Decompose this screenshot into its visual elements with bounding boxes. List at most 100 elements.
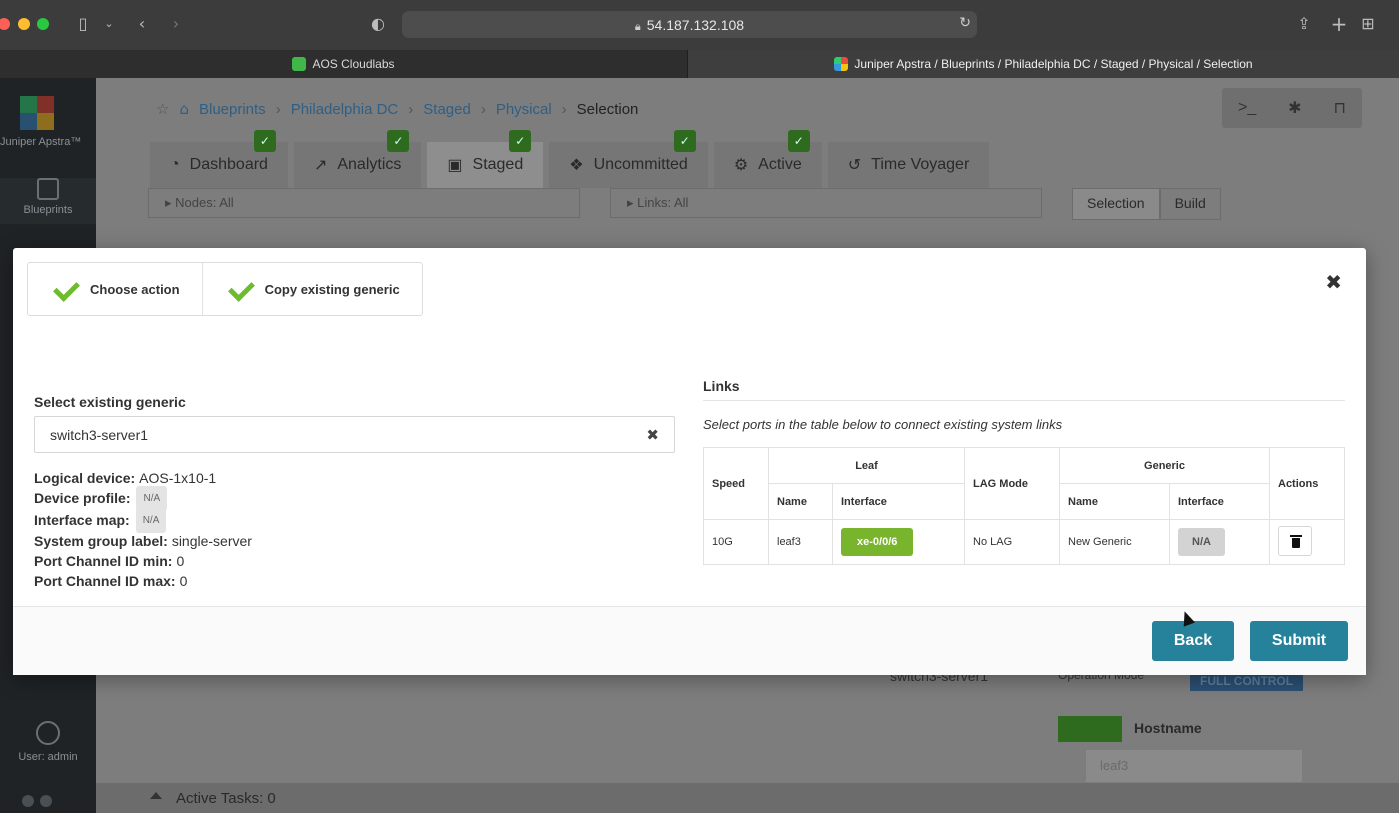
window-minimize-button[interactable] — [18, 18, 30, 30]
device-profile-key: Device profile: — [34, 489, 131, 506]
table-row: 10G leaf3 xe-0/0/6 No LAG New Generic N/… — [703, 519, 1345, 565]
check-icon: ✓ — [387, 130, 410, 152]
col-generic-interface: Interface — [1169, 483, 1270, 520]
check-icon: ✓ — [673, 130, 696, 152]
trash-icon[interactable] — [1278, 525, 1312, 556]
browser-tab-apstra[interactable]: Juniper Apstra / Blueprints / Philadelph… — [688, 50, 1399, 78]
star-icon[interactable]: ☆ — [156, 100, 169, 118]
step-choose-action[interactable]: Choose action — [28, 263, 202, 315]
modal-footer: Back Submit — [13, 606, 1366, 675]
cell-lag-mode: No LAG — [964, 519, 1060, 565]
generic-selection: Select existing generic switch3-server1 … — [34, 394, 675, 591]
header-tools: >_ ✱ ⊓ — [1222, 88, 1362, 128]
port-channel-min-value: 0 — [176, 552, 185, 569]
caret-up-icon — [150, 792, 162, 799]
nav-user[interactable]: User: admin — [0, 721, 96, 763]
sidebar-toggle-icon[interactable]: ▯ — [72, 13, 94, 35]
forward-arrow-icon[interactable]: › — [165, 13, 187, 35]
active-tasks-label: Active Tasks: 0 — [176, 790, 276, 807]
col-speed: Speed — [703, 447, 769, 520]
browser-tabstrip: AOS Cloudlabs Juniper Apstra / Blueprint… — [0, 50, 1399, 78]
links-filter[interactable]: ▸ Links: All — [610, 188, 1042, 218]
tab-overview-icon[interactable]: ⊞ — [1357, 13, 1379, 35]
unlock-icon[interactable]: ⊓ — [1334, 98, 1346, 118]
system-group-label-value: single-server — [171, 532, 252, 549]
breadcrumb-staged[interactable]: Staged — [423, 101, 471, 118]
generic-select[interactable]: switch3-server1 ✖ — [34, 416, 675, 453]
check-icon — [50, 279, 76, 299]
tab-time-voyager[interactable]: ↺ Time Voyager — [827, 142, 990, 188]
cell-leaf-interface: xe-0/0/6 — [832, 519, 965, 565]
window-close-button[interactable] — [0, 18, 10, 30]
close-icon[interactable]: ✖ — [1325, 270, 1342, 294]
subtab-selection[interactable]: Selection — [1072, 188, 1160, 220]
back-button[interactable]: Back — [1152, 621, 1234, 661]
cell-leaf-name: leaf3 — [768, 519, 833, 565]
new-tab-icon[interactable]: + — [1328, 13, 1350, 35]
cell-speed: 10G — [703, 519, 769, 565]
leaf-interface-button[interactable]: xe-0/0/6 — [841, 528, 914, 556]
url-text: 54.187.132.108 — [646, 17, 745, 33]
home-icon[interactable]: ⌂ — [179, 100, 189, 118]
nodes-filter[interactable]: ▸ Nodes: All — [148, 188, 580, 218]
hostname-field[interactable]: leaf3 — [1086, 750, 1302, 782]
terminal-icon[interactable]: >_ — [1238, 99, 1256, 117]
blueprint-tabs: ✓ ◔ Dashboard ✓ ↗ Analytics ✓ ▣ Staged ✓ ❖ Uncom… — [150, 130, 995, 188]
clear-icon[interactable]: ✖ — [646, 426, 659, 444]
tab-active[interactable]: ✓ ⚙︎ Active — [713, 130, 822, 188]
check-icon: ✓ — [509, 130, 532, 152]
share-icon[interactable]: ⇪ — [1293, 13, 1315, 35]
apstra-logo-icon — [834, 57, 849, 71]
port-channel-min-key: Port Channel ID min: — [34, 552, 173, 569]
hostname-label: Hostname — [1134, 720, 1202, 736]
breadcrumb-blueprint[interactable]: Philadelphia DC — [291, 101, 399, 118]
col-leaf-name: Name — [768, 483, 833, 520]
check-icon: ✓ — [787, 130, 810, 152]
tab-label: Dashboard — [189, 156, 268, 173]
subtab-build[interactable]: Build — [1159, 188, 1221, 220]
step-copy-existing-generic[interactable]: Copy existing generic — [201, 263, 422, 315]
shield-icon[interactable]: ◐ — [367, 13, 389, 35]
nodes-filter-label: Nodes: All — [175, 195, 234, 210]
submit-button[interactable]: Submit — [1250, 621, 1348, 661]
col-lag-mode: LAG Mode — [964, 447, 1060, 520]
select-generic-label: Select existing generic — [34, 394, 186, 410]
generic-select-value: switch3-server1 — [50, 426, 149, 443]
port-channel-max-key: Port Channel ID max: — [34, 572, 176, 589]
port-channel-max-value: 0 — [179, 572, 188, 589]
breadcrumb-blueprints[interactable]: Blueprints — [199, 101, 266, 118]
check-icon — [225, 279, 251, 299]
breadcrumb: ☆ ⌂ Blueprints › Philadelphia DC › Staged ›… — [156, 100, 639, 118]
window-zoom-button[interactable] — [37, 18, 49, 30]
blueprint-icon — [37, 178, 59, 200]
address-bar[interactable]: 🔒︎ 54.187.132.108 ↻ — [402, 11, 977, 38]
col-leaf-interface: Interface — [832, 483, 965, 520]
tab-analytics[interactable]: ✓ ↗ Analytics — [293, 130, 422, 188]
nav-blueprints[interactable]: Blueprints — [0, 178, 96, 224]
links-table: Speed Leaf LAG Mode Generic Actions Name… — [703, 447, 1345, 565]
logical-device-value: AOS-1x10-1 — [139, 469, 217, 486]
links-title: Links — [703, 378, 1345, 401]
back-arrow-icon[interactable]: ‹ — [131, 13, 153, 35]
view-subtabs: Selection Build — [1072, 188, 1221, 220]
tab-staged[interactable]: ✓ ▣ Staged — [427, 130, 544, 188]
generic-properties: Logical device: AOS-1x10-1 Device profile… — [34, 468, 675, 591]
tab-uncommitted[interactable]: ✓ ❖ Uncommitted — [549, 130, 708, 188]
browser-tab-cloudlabs[interactable]: AOS Cloudlabs — [0, 50, 688, 78]
active-tasks-bar[interactable]: Active Tasks: 0 — [96, 783, 1399, 813]
generic-interface-button[interactable]: N/A — [1178, 528, 1225, 556]
reload-icon[interactable]: ↻ — [959, 15, 971, 31]
chevron-down-icon[interactable]: ⌄ — [98, 13, 120, 35]
col-generic-name: Name — [1059, 483, 1170, 520]
links-filter-label: Links: All — [637, 195, 689, 210]
device-profile-value: N/A — [136, 485, 168, 511]
tab-dashboard[interactable]: ✓ ◔ Dashboard — [150, 130, 288, 188]
cloud-icon — [292, 57, 307, 71]
chart-icon: ↗ — [313, 157, 328, 174]
col-leaf: Leaf — [768, 447, 965, 484]
interface-map-value: N/A — [135, 507, 167, 533]
cubes-icon: ❖ — [569, 157, 584, 174]
breadcrumb-physical[interactable]: Physical — [496, 101, 552, 118]
user-icon — [36, 721, 60, 745]
bug-icon[interactable]: ✱ — [1288, 98, 1301, 118]
